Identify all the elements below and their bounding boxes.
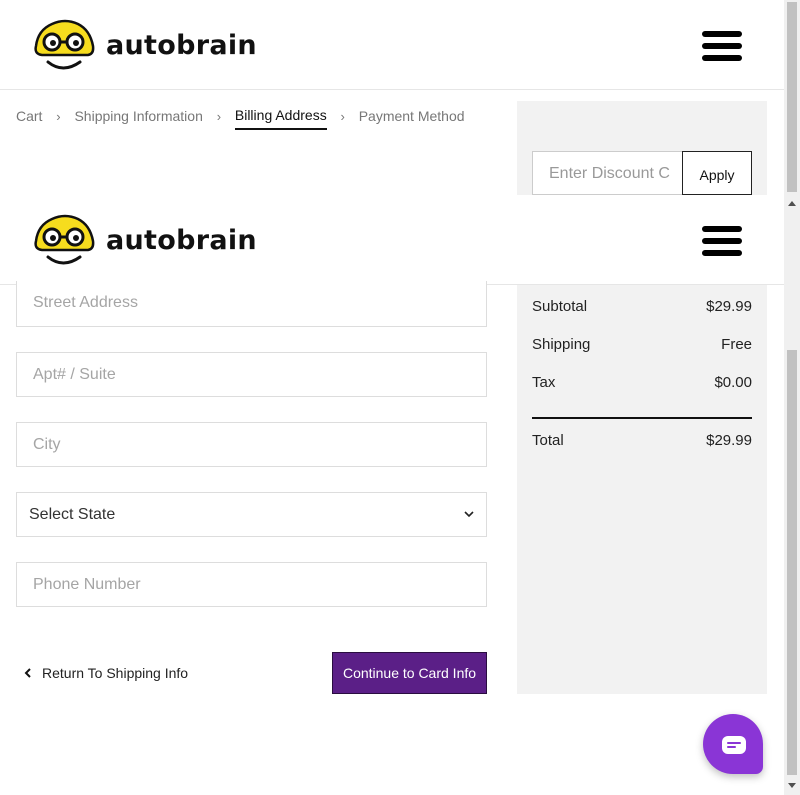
- car-logo-icon: [34, 214, 95, 265]
- scrollbar-thumb[interactable]: [787, 350, 797, 775]
- state-select-value: Select State: [29, 506, 116, 523]
- order-summary-panel: Subtotal $29.99 Shipping Free Tax $0.00 …: [517, 285, 767, 694]
- hamburger-icon[interactable]: [702, 31, 742, 61]
- chevron-right-icon: ›: [56, 109, 61, 124]
- hamburger-icon[interactable]: [702, 226, 742, 256]
- scrollbar-bottom[interactable]: [784, 195, 800, 795]
- car-logo-icon: [34, 19, 95, 70]
- total-row: Total $29.99: [532, 432, 752, 449]
- apt-suite-field[interactable]: Apt# / Suite: [16, 352, 487, 397]
- chevron-left-icon: [24, 668, 31, 678]
- breadcrumb: Cart › Shipping Information › Billing Ad…: [16, 107, 465, 130]
- state-select[interactable]: Select State: [16, 492, 487, 537]
- tax-row: Tax $0.00: [532, 374, 752, 391]
- chevron-right-icon: ›: [216, 109, 222, 124]
- shipping-label: Shipping: [532, 336, 591, 353]
- brand-logo[interactable]: autobrain: [30, 18, 257, 72]
- breadcrumb-billing-address[interactable]: Billing Address: [234, 107, 327, 130]
- discount-code-input[interactable]: Enter Discount C: [532, 151, 682, 195]
- city-field[interactable]: City: [16, 422, 487, 467]
- bottom-viewport: autobrain Subtotal $29.99 Shipping Free …: [0, 195, 784, 795]
- shipping-row: Shipping Free: [532, 336, 752, 353]
- continue-to-card-info-button[interactable]: Continue to Card Info: [332, 652, 487, 694]
- tax-value: $0.00: [714, 374, 752, 391]
- apply-discount-button[interactable]: Apply: [682, 151, 752, 195]
- breadcrumb-shipping-information[interactable]: Shipping Information: [74, 108, 202, 129]
- return-to-shipping-link[interactable]: Return To Shipping Info: [22, 665, 188, 681]
- breadcrumb-payment-method[interactable]: Payment Method: [359, 108, 465, 129]
- return-to-shipping-label: Return To Shipping Info: [42, 665, 189, 681]
- brand-name: autobrain: [106, 29, 257, 61]
- chat-icon: [722, 736, 746, 754]
- chat-widget-button[interactable]: [703, 714, 763, 774]
- chevron-right-icon: ›: [340, 109, 345, 124]
- subtotal-value: $29.99: [706, 298, 752, 315]
- site-header-sticky: autobrain: [0, 195, 784, 285]
- scroll-down-arrow-icon[interactable]: [788, 783, 796, 788]
- site-header: autobrain: [0, 0, 784, 90]
- phone-number-field[interactable]: Phone Number: [16, 562, 487, 607]
- summary-divider: [532, 417, 752, 419]
- scroll-up-arrow-icon[interactable]: [788, 201, 796, 206]
- scrollbar-thumb[interactable]: [787, 2, 797, 192]
- brand-logo[interactable]: autobrain: [30, 213, 257, 267]
- tax-label: Tax: [532, 374, 556, 391]
- shipping-value: Free: [721, 336, 752, 353]
- subtotal-label: Subtotal: [532, 298, 588, 315]
- total-label: Total: [532, 432, 564, 449]
- breadcrumb-cart[interactable]: Cart: [16, 108, 42, 129]
- top-viewport: autobrain Cart › Shipping Information › …: [0, 0, 784, 195]
- subtotal-row: Subtotal $29.99: [532, 298, 752, 315]
- total-value: $29.99: [706, 432, 752, 449]
- street-address-field[interactable]: Street Address: [16, 281, 487, 327]
- scrollbar-top[interactable]: [784, 0, 800, 195]
- chevron-down-icon: [464, 511, 474, 518]
- brand-name: autobrain: [106, 224, 257, 256]
